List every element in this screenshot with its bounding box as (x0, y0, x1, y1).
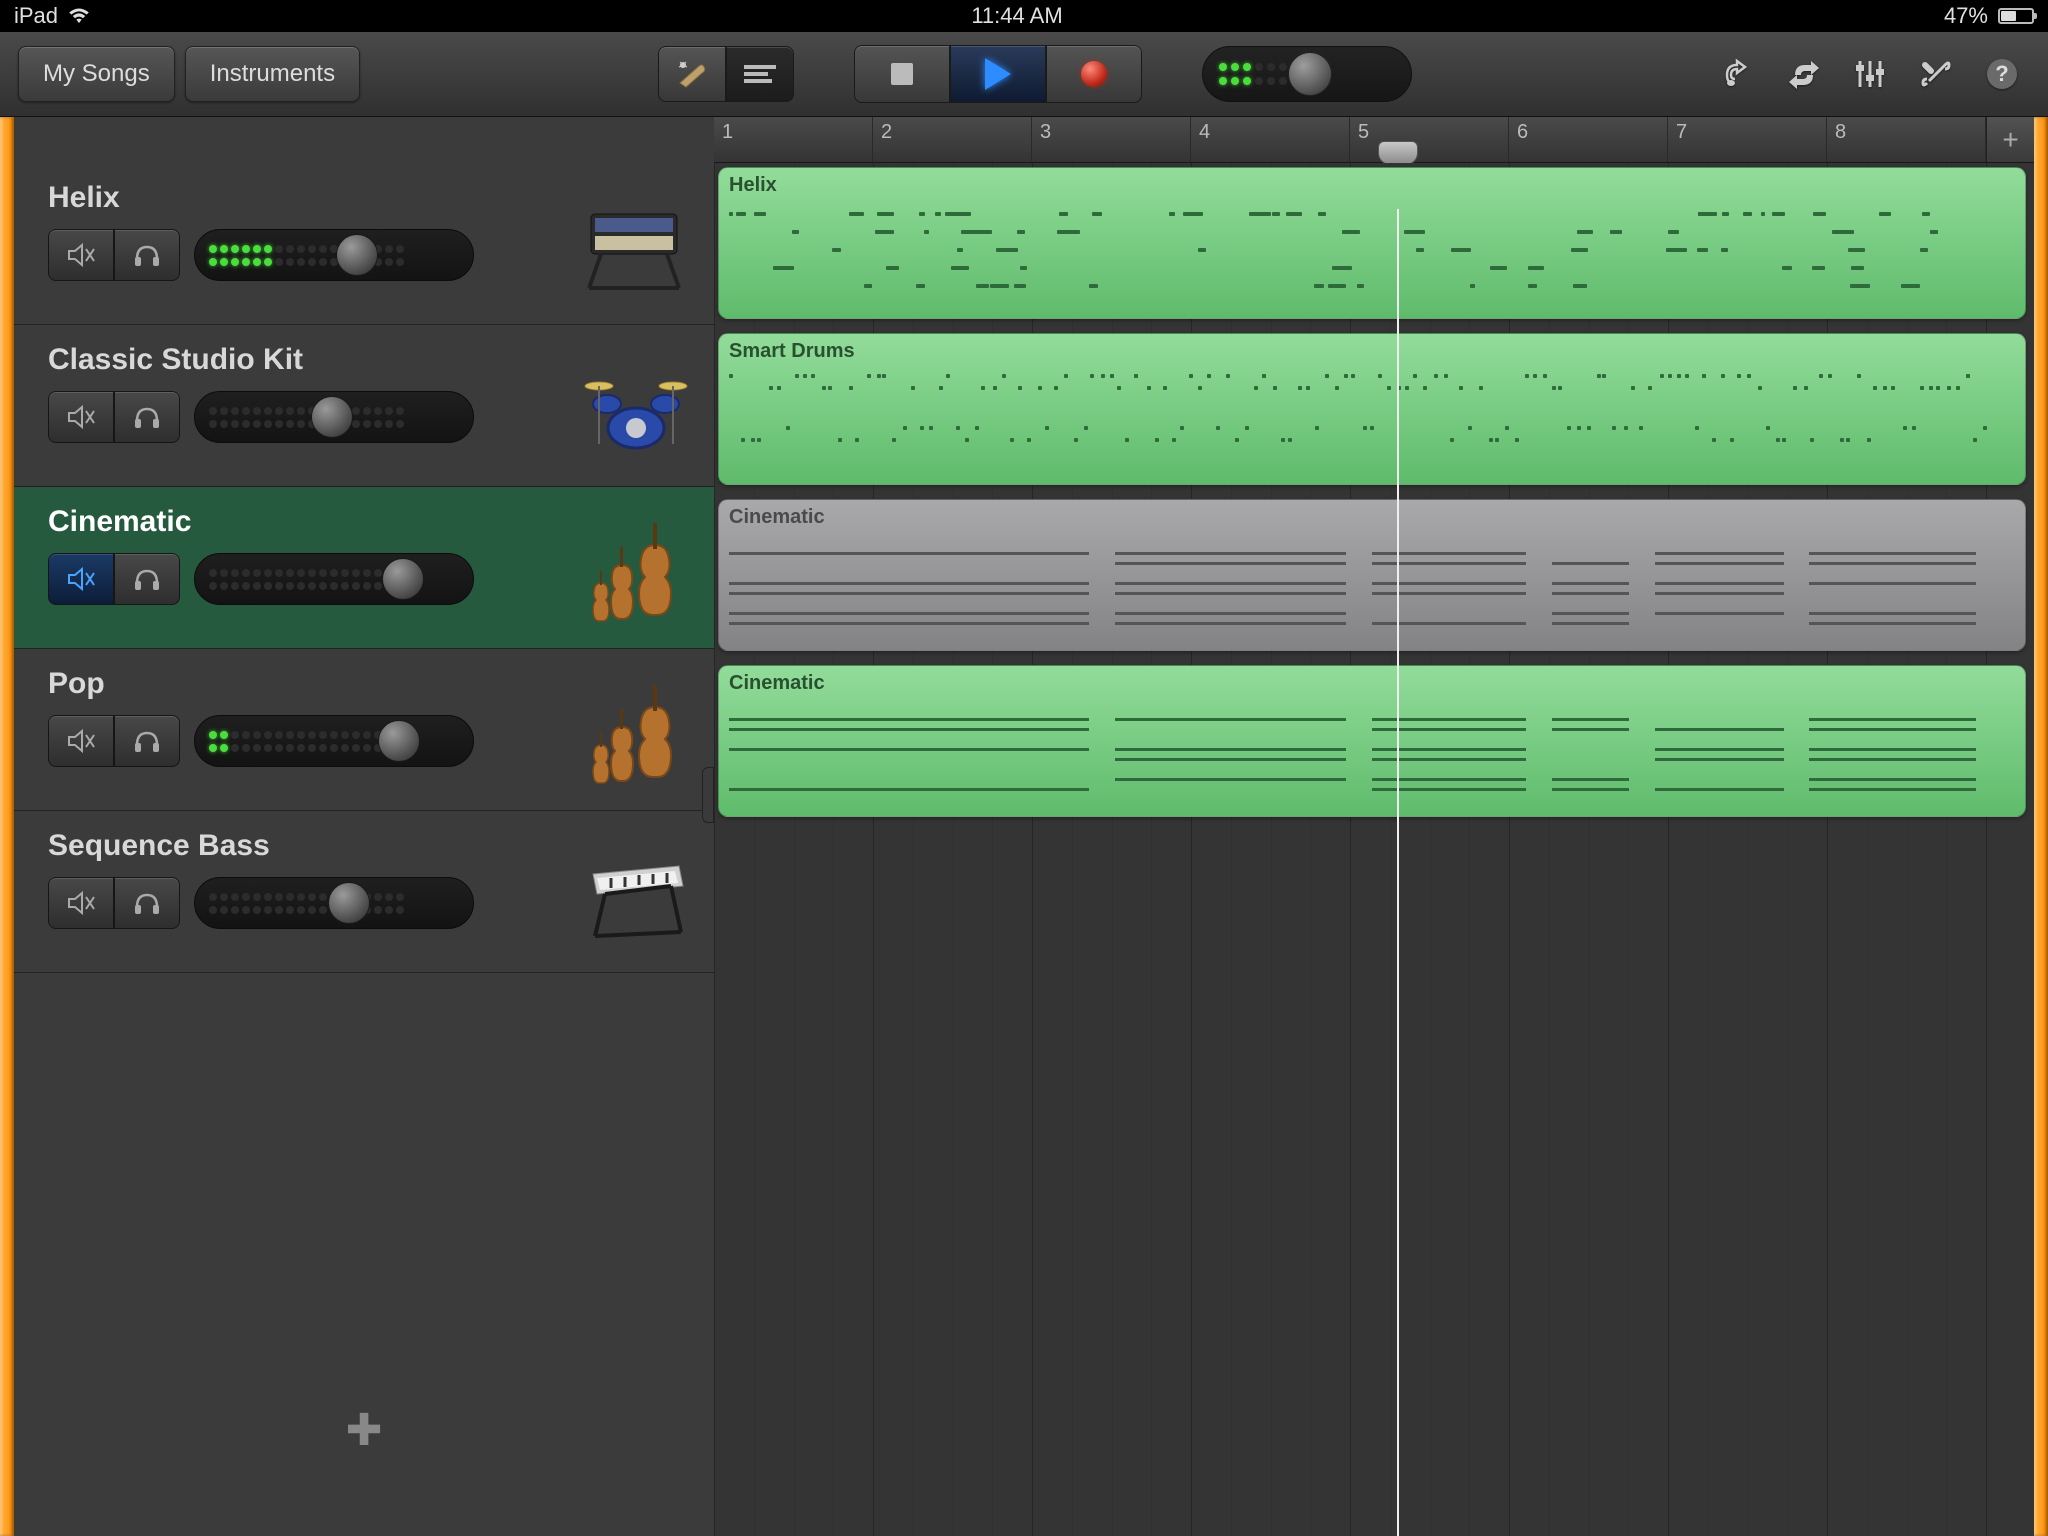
track-volume-slider[interactable] (194, 877, 474, 929)
status-bar: iPad 11:44 AM 47% (0, 0, 2048, 32)
main-area: Helix Classic Studio Kit (0, 117, 2048, 1536)
master-volume[interactable] (1202, 46, 1412, 102)
track-volume-slider[interactable] (194, 553, 474, 605)
add-section-button[interactable]: + (1986, 117, 2034, 162)
help-icon[interactable]: ? (1974, 46, 2030, 102)
left-edge-handle[interactable] (0, 117, 14, 1536)
track-header[interactable]: Cinematic (14, 487, 714, 649)
track-header[interactable]: Pop (14, 649, 714, 811)
strings-icon (576, 672, 696, 792)
solo-headphones-button[interactable] (114, 877, 180, 929)
ruler-bar[interactable]: 6 (1509, 117, 1668, 162)
track-volume-slider[interactable] (194, 229, 474, 281)
add-track-button[interactable]: ✚ (14, 973, 714, 1536)
track-name: Helix (48, 181, 576, 215)
right-edge-handle[interactable] (2034, 117, 2048, 1536)
instruments-button[interactable]: Instruments (185, 46, 360, 102)
track-name: Classic Studio Kit (48, 343, 576, 377)
region-label: Smart Drums (729, 340, 2015, 363)
track-name: Cinematic (48, 505, 576, 539)
playhead-handle[interactable] (1378, 141, 1418, 165)
strings-icon (576, 510, 696, 630)
battery-pct: 47% (1944, 3, 1988, 29)
pane-resize-handle[interactable] (702, 767, 714, 823)
master-volume-knob[interactable] (1288, 52, 1332, 96)
solo-headphones-button[interactable] (114, 229, 180, 281)
stop-button[interactable] (854, 45, 950, 103)
track-volume-slider[interactable] (194, 715, 474, 767)
mute-button[interactable] (48, 553, 114, 605)
region[interactable]: Smart Drums (718, 333, 2026, 485)
transport-controls (854, 45, 1142, 103)
record-button[interactable] (1046, 45, 1142, 103)
volume-knob[interactable] (328, 882, 370, 924)
svg-text:?: ? (1995, 61, 2008, 86)
regions-area[interactable]: Helix Smart Drums Cinematic Cinematic (714, 163, 2034, 1536)
track-name: Sequence Bass (48, 829, 576, 863)
carrier-label: iPad (14, 3, 58, 29)
mute-button[interactable] (48, 715, 114, 767)
view-toggle (658, 46, 794, 102)
ruler-bar[interactable]: 7 (1668, 117, 1827, 162)
play-button[interactable] (950, 45, 1046, 103)
instrument-view-button[interactable] (658, 46, 726, 102)
drums-icon (576, 348, 696, 468)
mute-button[interactable] (48, 391, 114, 443)
toolbar: My Songs Instruments ? (0, 32, 2048, 117)
mute-button[interactable] (48, 229, 114, 281)
mixer-icon[interactable] (1842, 46, 1898, 102)
track-header[interactable]: Sequence Bass (14, 811, 714, 973)
keys-icon (576, 834, 696, 954)
volume-knob[interactable] (378, 720, 420, 762)
track-header[interactable]: Helix (14, 163, 714, 325)
mute-button[interactable] (48, 877, 114, 929)
solo-headphones-button[interactable] (114, 391, 180, 443)
ruler-bar[interactable]: 3 (1032, 117, 1191, 162)
arrange-area: 12345678 + Helix Smart Drums Cinematic Cine… (714, 117, 2034, 1536)
region-label: Helix (729, 174, 2015, 197)
ruler-bar[interactable]: 8 (1827, 117, 1986, 162)
playhead-line (1397, 209, 1399, 1536)
track-name: Pop (48, 667, 576, 701)
solo-headphones-button[interactable] (114, 715, 180, 767)
track-volume-slider[interactable] (194, 391, 474, 443)
battery-icon (1998, 8, 2034, 24)
track-header[interactable]: Classic Studio Kit (14, 325, 714, 487)
region-label: Cinematic (729, 506, 2015, 529)
tracks-view-button[interactable] (726, 46, 794, 102)
plus-icon: ✚ (346, 1405, 383, 1456)
ruler-bar[interactable]: 5 (1350, 117, 1509, 162)
region-label: Cinematic (729, 672, 2015, 695)
region[interactable]: Cinematic (718, 499, 2026, 651)
loop-icon[interactable] (1776, 46, 1832, 102)
ruler-bar[interactable]: 1 (714, 117, 873, 162)
synth-icon (576, 186, 696, 306)
volume-knob[interactable] (336, 234, 378, 276)
region[interactable]: Helix (718, 167, 2026, 319)
my-songs-button[interactable]: My Songs (18, 46, 175, 102)
clock: 11:44 AM (971, 3, 1062, 29)
settings-icon[interactable] (1908, 46, 1964, 102)
volume-knob[interactable] (382, 558, 424, 600)
solo-headphones-button[interactable] (114, 553, 180, 605)
wifi-icon (68, 8, 90, 24)
track-headers-pane: Helix Classic Studio Kit (14, 117, 714, 1536)
loop-browser-icon[interactable] (1710, 46, 1766, 102)
bar-ruler[interactable]: 12345678 + (714, 117, 2034, 163)
region[interactable]: Cinematic (718, 665, 2026, 817)
ruler-bar[interactable]: 4 (1191, 117, 1350, 162)
volume-knob[interactable] (311, 396, 353, 438)
ruler-bar[interactable]: 2 (873, 117, 1032, 162)
